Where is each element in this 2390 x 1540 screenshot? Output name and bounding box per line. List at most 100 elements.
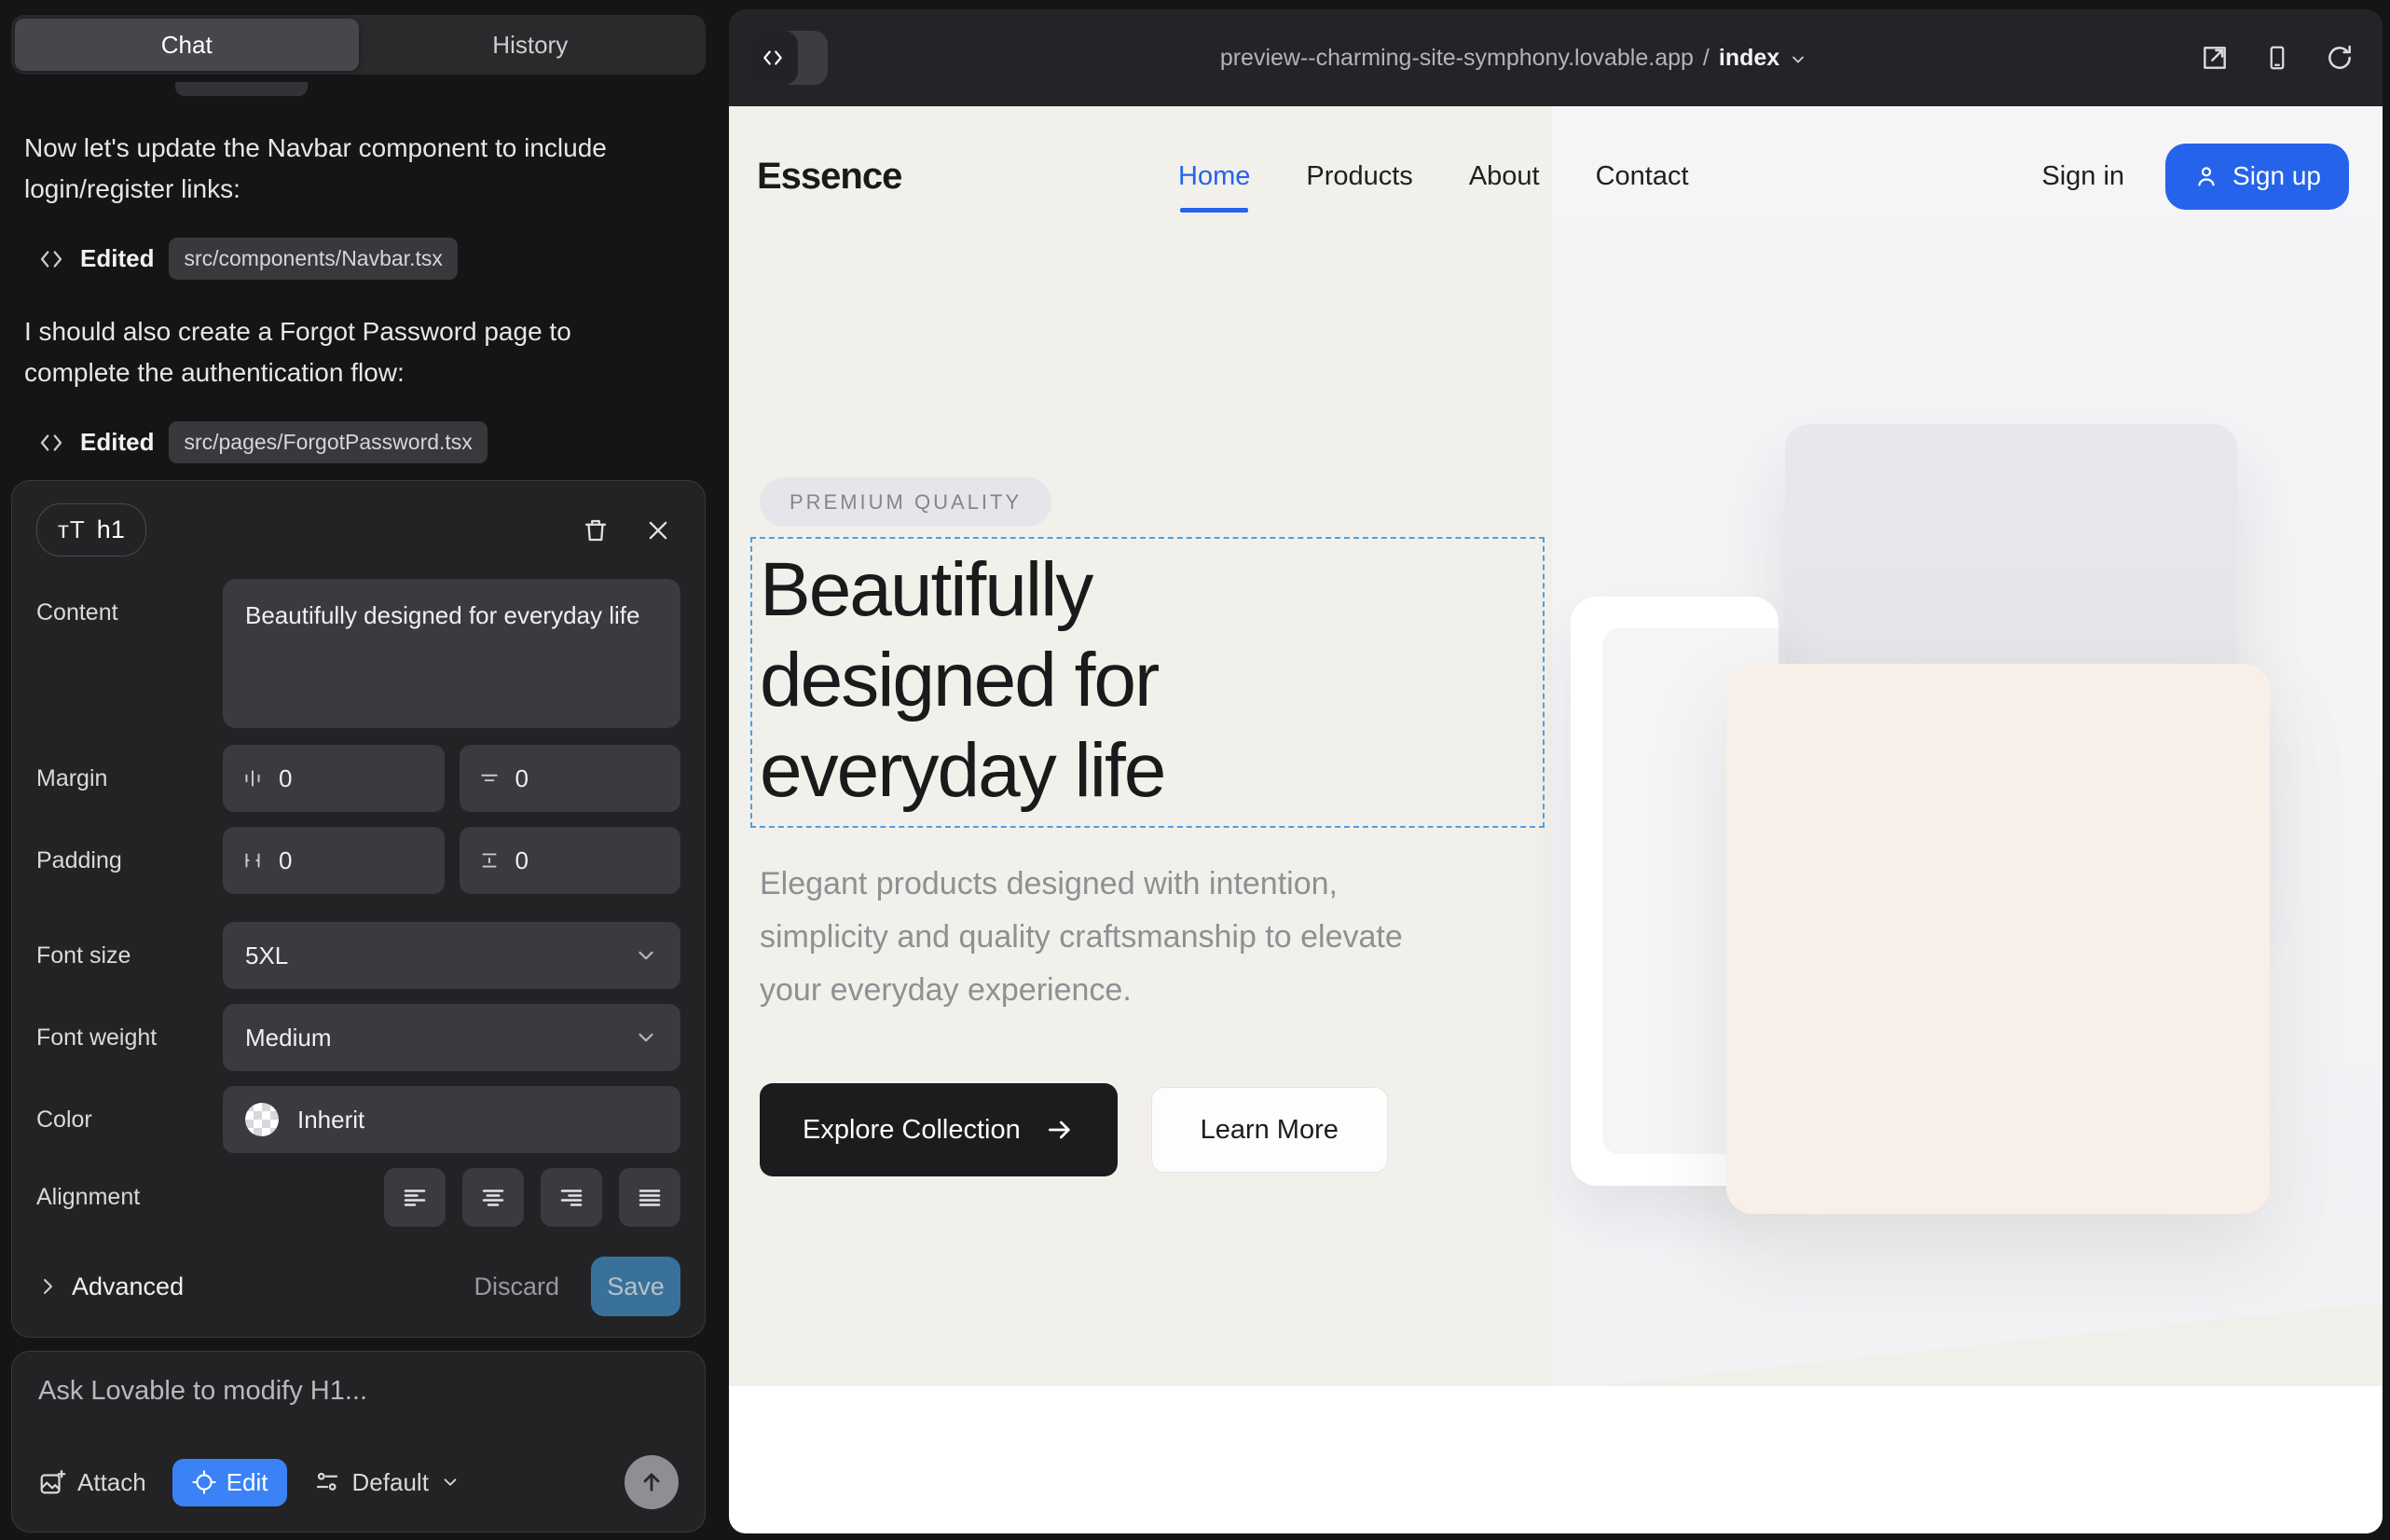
decorative-card-peach [1726,664,2270,1214]
default-mode-button[interactable]: Default [313,1468,460,1497]
align-left-icon [401,1184,429,1212]
close-editor-button[interactable] [645,517,671,543]
tab-history[interactable]: History [359,19,703,71]
external-link-icon [2200,43,2230,73]
sign-up-button[interactable]: Sign up [2165,144,2349,210]
code-icon [37,245,65,273]
edited-label: Edited [80,244,154,273]
scrolled-file-chip-partial [175,82,308,96]
content-label: Content [36,579,223,626]
open-in-new-tab-button[interactable] [2200,43,2230,73]
color-label: Color [36,1107,223,1134]
edited-label: Edited [80,428,154,457]
discard-button[interactable]: Discard [474,1272,559,1301]
align-left-button[interactable] [384,1168,446,1227]
edit-mode-button[interactable]: Edit [172,1459,287,1506]
learn-more-button[interactable]: Learn More [1151,1087,1388,1173]
sliders-icon [313,1468,341,1496]
chevron-right-icon [36,1275,59,1298]
site-viewport: Essence Home Products About Contact Sign… [729,106,2383,1533]
attach-image-icon [38,1468,66,1496]
font-size-select[interactable]: 5XL [223,922,680,989]
content-input[interactable]: Beautifully designed for everyday life [223,579,680,728]
padding-horizontal-icon [241,849,264,872]
smartphone-icon [2263,43,2291,73]
composer-input[interactable] [38,1376,679,1407]
arrow-up-icon [639,1469,665,1495]
chat-history-tabs: Chat History [11,15,706,75]
left-panel: Chat History Now let's update the Navbar… [0,0,718,1540]
chat-composer: Attach Edit Default [11,1351,706,1533]
site-logo[interactable]: Essence [757,156,901,198]
url-bar[interactable]: preview--charming-site-symphony.lovable.… [828,45,2200,72]
chat-message: Now let's update the Navbar component to… [24,128,658,210]
alignment-label: Alignment [36,1184,223,1211]
arrow-right-icon [1045,1115,1075,1145]
margin-horizontal-icon [241,767,264,790]
browser-chrome-bar: preview--charming-site-symphony.lovable.… [729,9,2383,106]
refresh-icon [2325,43,2355,73]
file-chip[interactable]: src/components/Navbar.tsx [169,238,457,280]
chat-message: I should also create a Forgot Password p… [24,311,658,393]
hero-heading[interactable]: Beautifully designed for everyday life [760,544,1164,816]
align-justify-button[interactable] [619,1168,680,1227]
delete-element-button[interactable] [582,516,610,545]
attach-button[interactable]: Attach [38,1468,146,1497]
padding-x-input[interactable]: 0 [223,827,445,894]
lovable-app: Chat History Now let's update the Navbar… [0,0,2390,1540]
url-separator: / [1703,45,1710,72]
user-icon [2193,163,2219,189]
tab-chat[interactable]: Chat [15,19,359,71]
color-select[interactable]: Inherit [223,1086,680,1153]
target-icon [191,1469,217,1495]
code-icon [748,31,798,85]
url-page: index [1719,45,1779,72]
nav-link-about[interactable]: About [1469,161,1540,192]
font-weight-select[interactable]: Medium [223,1004,680,1071]
code-icon [37,429,65,457]
chevron-down-icon [1789,50,1807,69]
save-button[interactable]: Save [591,1257,680,1316]
chevron-down-icon [634,1025,658,1050]
align-justify-icon [636,1184,664,1212]
decorative-wedge [1592,1302,2383,1386]
site-navbar: Essence Home Products About Contact Sign… [729,106,2383,246]
nav-link-contact[interactable]: Contact [1596,161,1689,192]
advanced-toggle[interactable]: Advanced [36,1272,474,1301]
explore-collection-button[interactable]: Explore Collection [760,1083,1118,1176]
margin-x-input[interactable]: 0 [223,745,445,812]
sign-in-link[interactable]: Sign in [2041,161,2124,192]
align-center-icon [479,1184,507,1212]
font-size-label: Font size [36,942,223,969]
typography-icon: ᴛT [58,516,86,544]
nav-link-home[interactable]: Home [1178,161,1250,192]
align-right-icon [557,1184,585,1212]
align-right-button[interactable] [541,1168,602,1227]
file-chip[interactable]: src/pages/ForgotPassword.tsx [169,421,487,463]
element-tag: h1 [97,516,125,544]
edited-file-row: Edited src/pages/ForgotPassword.tsx [37,421,706,463]
nav-link-products[interactable]: Products [1306,161,1412,192]
close-icon [645,517,671,543]
hero-section: Essence Home Products About Contact Sign… [729,106,2383,1386]
margin-y-input[interactable]: 0 [460,745,681,812]
send-button[interactable] [625,1455,679,1509]
margin-label: Margin [36,765,223,792]
selected-element-pill[interactable]: ᴛT h1 [36,503,146,557]
code-view-toggle[interactable] [748,31,828,85]
align-center-button[interactable] [462,1168,524,1227]
element-editor-panel: ᴛT h1 Content Beautifully designed for e… [11,480,706,1338]
preview-browser-frame: preview--charming-site-symphony.lovable.… [729,9,2383,1533]
padding-y-input[interactable]: 0 [460,827,681,894]
chevron-down-icon [634,943,658,968]
font-weight-label: Font weight [36,1024,223,1052]
refresh-button[interactable] [2325,43,2355,73]
trash-icon [582,516,610,545]
padding-vertical-icon [478,849,501,872]
edited-file-row: Edited src/components/Navbar.tsx [37,238,706,280]
hero-description: Elegant products designed with intention… [760,858,1468,1017]
mobile-view-button[interactable] [2263,43,2291,73]
color-swatch-transparent [245,1103,279,1136]
chevron-down-icon [440,1472,460,1492]
url-domain: preview--charming-site-symphony.lovable.… [1220,45,1694,72]
